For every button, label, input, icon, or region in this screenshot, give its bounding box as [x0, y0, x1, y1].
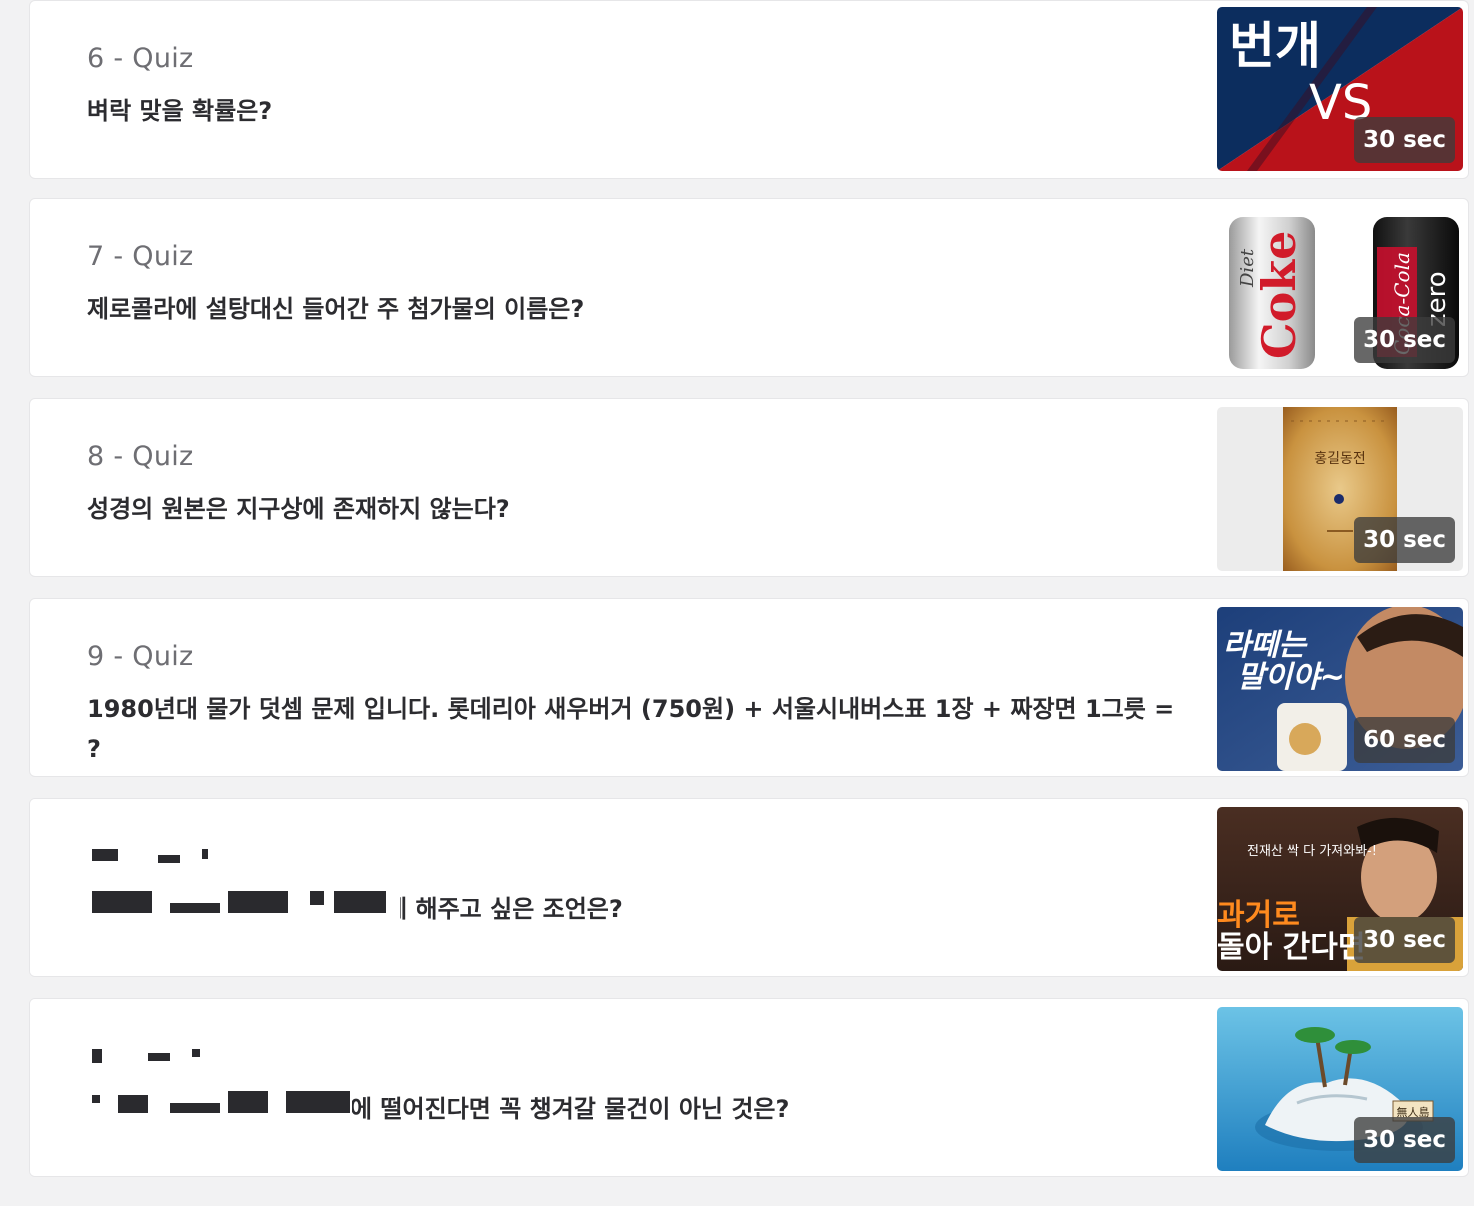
timer-badge: 30 sec: [1354, 517, 1455, 563]
redaction-pixel: [228, 891, 288, 913]
redaction-pixel: [158, 855, 180, 863]
redaction-pixel: [92, 1095, 100, 1103]
quiz-card-6[interactable]: 6 - Quiz 벼락 맞을 확률은? 번개 VS 30 sec: [29, 0, 1469, 179]
quiz-list: 6 - Quiz 벼락 맞을 확률은? 번개 VS 30 sec 7 - Qui…: [0, 0, 1474, 1206]
quiz-card-9[interactable]: 9 - Quiz 1980년대 물가 덧셈 문제 입니다. 롯데리아 새우버거 …: [29, 598, 1469, 777]
redaction-block: [30, 999, 352, 1176]
quiz-card-11[interactable]: 에 떨어진다면 꼭 챙겨갈 물건이 아닌 것은? 無人島 30 sec: [29, 998, 1469, 1177]
quiz-card-7[interactable]: 7 - Quiz 제로콜라에 설탕대신 들어간 주 첨가물의 이름은? Coke…: [29, 198, 1469, 377]
redaction-block: [30, 799, 400, 976]
timer-badge: 60 sec: [1354, 717, 1455, 763]
quiz-question: 에게 해주고 싶은 조언은?: [363, 895, 623, 923]
can-left-small-text: Diet: [1237, 248, 1258, 288]
redaction-pixel: [148, 1053, 170, 1061]
quiz-question: 성경의 원본은 지구상에 존재하지 않는다?: [87, 495, 510, 523]
redaction-pixel: [334, 891, 386, 913]
timer-badge: 30 sec: [1354, 317, 1455, 363]
quiz-question: 에 떨어진다면 꼭 챙겨갈 물건이 아닌 것은?: [350, 1095, 790, 1123]
thumb-caption-line1: 과거로: [1217, 898, 1300, 933]
thumb-caption-line1: 라떼는: [1223, 628, 1308, 663]
redaction-pixel: [92, 891, 152, 913]
quiz-number: 8 - Quiz: [87, 441, 194, 472]
redaction-pixel: [92, 1049, 102, 1063]
redaction-pixel: [228, 1091, 268, 1113]
quiz-card-8[interactable]: 8 - Quiz 성경의 원본은 지구상에 존재하지 않는다? 홍길동전 30 …: [29, 398, 1469, 577]
quiz-question: 벼락 맞을 확률은?: [87, 97, 273, 125]
book-title: 홍길동전: [1314, 451, 1366, 467]
redaction-pixel: [192, 1049, 200, 1057]
thumb-caption-top: 전재산 싹 다 가져와봐-!: [1247, 844, 1377, 859]
quiz-number: 6 - Quiz: [87, 43, 194, 74]
quiz-question: 제로콜라에 설탕대신 들어간 주 첨가물의 이름은?: [87, 295, 585, 323]
redaction-pixel: [170, 903, 220, 913]
timer-badge: 30 sec: [1354, 1117, 1455, 1163]
redaction-pixel: [92, 849, 118, 861]
quiz-thumbnail: 번개 VS 30 sec: [1217, 7, 1463, 171]
redaction-pixel: [170, 1103, 220, 1113]
redaction-pixel: [118, 1095, 148, 1113]
quiz-thumbnail: Coke Diet zero Coca-Cola 30 sec: [1217, 207, 1463, 371]
quiz-thumbnail: 無人島 30 sec: [1217, 1007, 1463, 1171]
quiz-thumbnail: 라떼는 말이야~ 60 sec: [1217, 607, 1463, 771]
quiz-number: 9 - Quiz: [87, 641, 194, 672]
can-left-text: Coke: [1252, 231, 1306, 359]
redaction-pixel: [286, 1091, 350, 1113]
quiz-card-10[interactable]: 에게 해주고 싶은 조언은? 전재산 싹 다 가져와봐-! 과거로 돌아 간다면…: [29, 798, 1469, 977]
redaction-pixel: [310, 891, 324, 905]
redaction-pixel: [202, 849, 208, 859]
quiz-thumbnail: 전재산 싹 다 가져와봐-! 과거로 돌아 간다면 30 sec: [1217, 807, 1463, 971]
quiz-question: 1980년대 물가 덧셈 문제 입니다. 롯데리아 새우버거 (750원) + …: [87, 695, 1175, 763]
timer-badge: 30 sec: [1354, 917, 1455, 963]
quiz-thumbnail: 홍길동전 30 sec: [1217, 407, 1463, 571]
thumb-text-top: 번개: [1229, 17, 1321, 75]
timer-badge: 30 sec: [1354, 117, 1455, 163]
thumb-caption-line2: 돌아 간다면: [1217, 930, 1365, 965]
quiz-number: 7 - Quiz: [87, 241, 194, 272]
thumb-caption-line2: 말이야~: [1237, 660, 1345, 695]
